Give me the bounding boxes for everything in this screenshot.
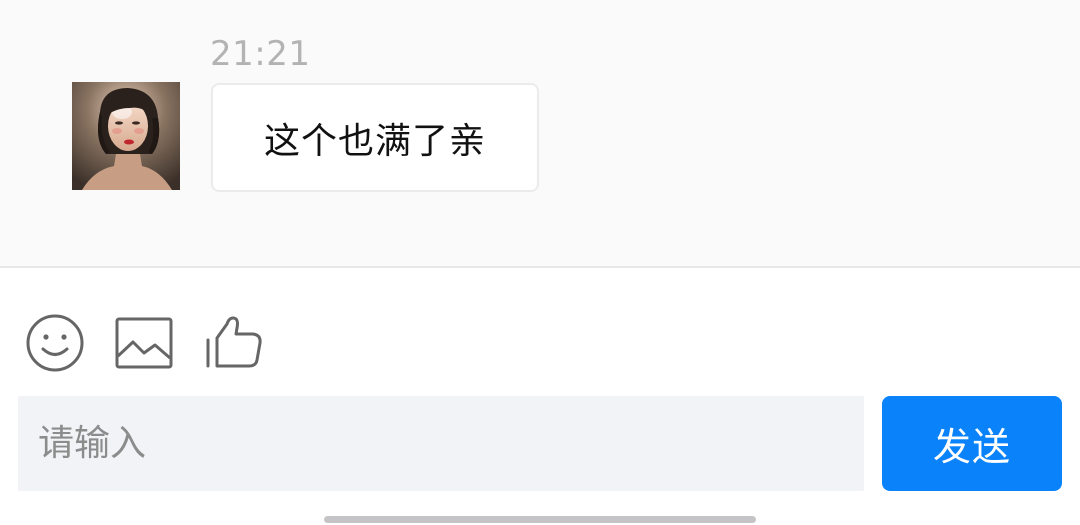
message-input-container	[18, 396, 864, 491]
composer-toolbar	[0, 268, 1080, 396]
home-indicator	[324, 516, 756, 523]
message-text: 这个也满了亲	[263, 120, 486, 162]
message-bubble[interactable]: 这个也满了亲	[211, 83, 539, 192]
send-button[interactable]: 发送	[882, 396, 1062, 491]
chat-message-area: 21:21 这个也满了亲	[0, 0, 1080, 268]
avatar[interactable]	[72, 82, 180, 190]
message-timestamp: 21:21	[210, 34, 311, 74]
emoji-icon[interactable]	[24, 312, 86, 374]
image-icon[interactable]	[113, 312, 175, 374]
message-input[interactable]	[18, 396, 864, 491]
thumbs-up-icon[interactable]	[203, 310, 265, 372]
